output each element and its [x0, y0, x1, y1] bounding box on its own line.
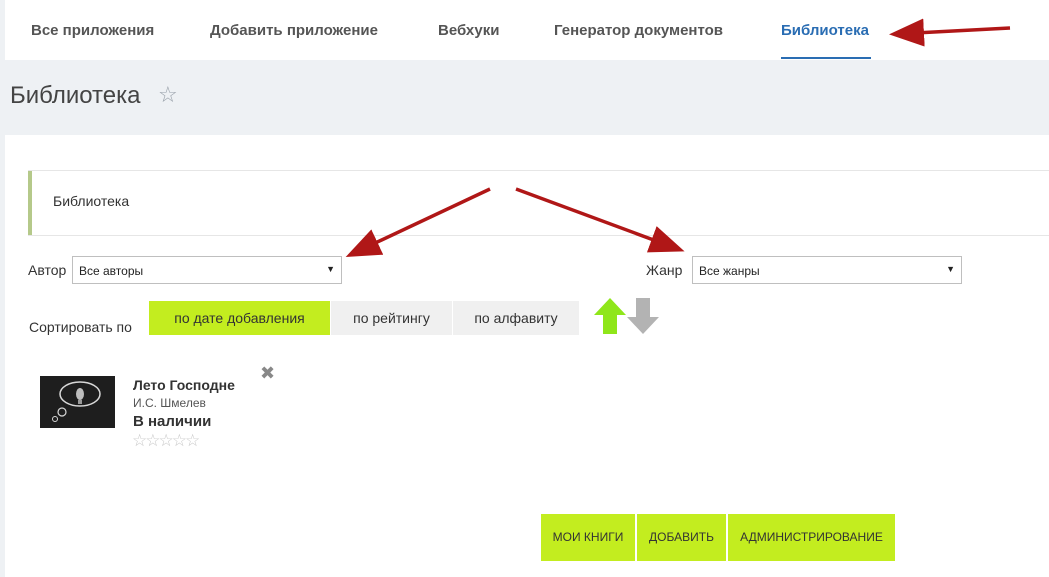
top-nav: Все приложения Добавить приложение Вебху…	[0, 0, 1049, 60]
author-select-value: Все авторы	[79, 264, 144, 278]
tab-library[interactable]: Библиотека	[781, 22, 869, 39]
administration-button[interactable]: АДМИНИСТРИРОВАНИЕ	[728, 514, 895, 561]
panel-title: Библиотека	[53, 193, 130, 209]
book-status: В наличии	[133, 413, 212, 430]
tab-add-app[interactable]: Добавить приложение	[210, 22, 378, 39]
author-label: Автор	[28, 262, 67, 278]
dropdown-arrow-icon: ▼	[326, 264, 335, 274]
tab-doc-generator[interactable]: Генератор документов	[554, 22, 723, 39]
sort-by-alphabet-button[interactable]: по алфавиту	[453, 301, 579, 335]
book-cover-image[interactable]	[40, 376, 115, 428]
genre-select[interactable]: Все жанры ▼	[692, 256, 962, 284]
dropdown-arrow-icon: ▼	[946, 264, 955, 274]
book-title[interactable]: Лето Господне	[133, 377, 235, 393]
rating-stars[interactable]: ☆☆☆☆☆	[132, 431, 200, 451]
genre-label: Жанр	[646, 262, 683, 278]
genre-select-value: Все жанры	[699, 264, 760, 278]
star-outline-icon[interactable]: ☆	[132, 431, 147, 450]
remove-book-close-icon[interactable]: ✖	[260, 363, 275, 384]
arrow-down-icon[interactable]	[627, 298, 659, 334]
left-strip	[0, 135, 5, 577]
nav-left-strip	[0, 0, 5, 60]
page-title: Библиотека	[10, 82, 141, 109]
star-outline-icon[interactable]: ☆	[159, 431, 174, 450]
arrow-up-icon[interactable]	[594, 298, 626, 334]
sort-by-rating-button[interactable]: по рейтингу	[331, 301, 452, 335]
sort-by-date-button[interactable]: по дате добавления	[149, 301, 330, 335]
add-book-button[interactable]: ДОБАВИТЬ	[637, 514, 726, 561]
author-select[interactable]: Все авторы ▼	[72, 256, 342, 284]
star-outline-icon[interactable]: ☆	[145, 431, 160, 450]
sort-label: Сортировать по	[29, 319, 132, 335]
library-panel-header: Библиотека	[28, 170, 1049, 236]
active-tab-underline	[781, 57, 871, 59]
tab-webhooks[interactable]: Вебхуки	[438, 22, 499, 39]
star-outline-icon[interactable]: ☆	[172, 431, 187, 450]
book-author: И.С. Шмелев	[133, 396, 206, 410]
my-books-button[interactable]: МОИ КНИГИ	[541, 514, 635, 561]
panel-accent-bar	[28, 171, 32, 235]
favorite-star-icon[interactable]: ☆	[158, 82, 178, 108]
star-outline-icon[interactable]: ☆	[185, 431, 200, 450]
tab-all-apps[interactable]: Все приложения	[31, 22, 154, 39]
